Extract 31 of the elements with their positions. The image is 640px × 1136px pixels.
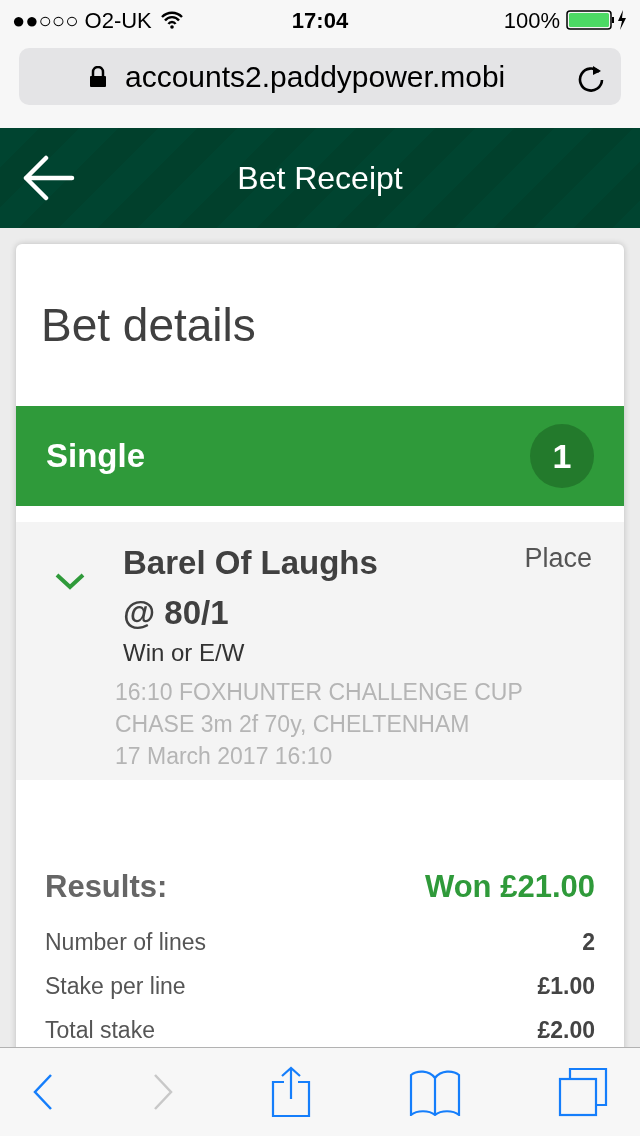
wifi-icon [159,11,184,29]
battery-icon [566,9,628,31]
market-name: Win or E/W [123,638,246,668]
back-chevron-icon[interactable] [32,1073,54,1111]
card-title: Bet details [41,297,256,353]
address-bar[interactable]: accounts2.paddypower.mobi [19,48,621,105]
result-row-value: £2.00 [537,1016,595,1046]
bet-count-badge: 1 [530,424,594,488]
selection-name: Barel Of Laughs @ 80/1 [123,543,379,633]
result-row-label: Total stake [45,1016,155,1046]
results-outcome: Won £21.00 [425,868,595,906]
event-details: 16:10 FOXHUNTER CHALLENGE CUP CHASE 3m 2f 70y, CHELTENHAM [115,678,524,739]
clock-time: 17:04 [291,6,349,35]
book-icon[interactable] [408,1068,461,1116]
bet-kind: Place [524,542,592,575]
url-text: accounts2.paddypower.mobi [125,59,507,95]
share-icon[interactable] [271,1066,311,1118]
selection-panel[interactable]: Barel Of Laughs @ 80/1 Place Win or E/W 16:10 FOXHUNTER CHALLENGE CUP CHASE 3m 2f 70y, CHELTENHAM 17 March 2017 16:10 [16,522,624,780]
carrier-signal: ●●○○○ O2-UK [12,6,152,35]
battery-percent: 100% [503,6,560,35]
event-date: 17 March 2017 16:10 [115,742,334,771]
result-row-value: £1.00 [537,972,595,1002]
page-title: Bet Receipt [236,159,404,198]
results-label: Results: [45,868,168,906]
result-row-label: Number of lines [45,928,207,958]
result-row-label: Stake per line [45,972,186,1002]
lock-icon [89,65,107,88]
tabs-icon[interactable] [558,1067,608,1117]
back-arrow-icon[interactable] [22,155,76,201]
result-row-value: 2 [582,928,595,958]
bet-type-label: Single [46,436,146,477]
